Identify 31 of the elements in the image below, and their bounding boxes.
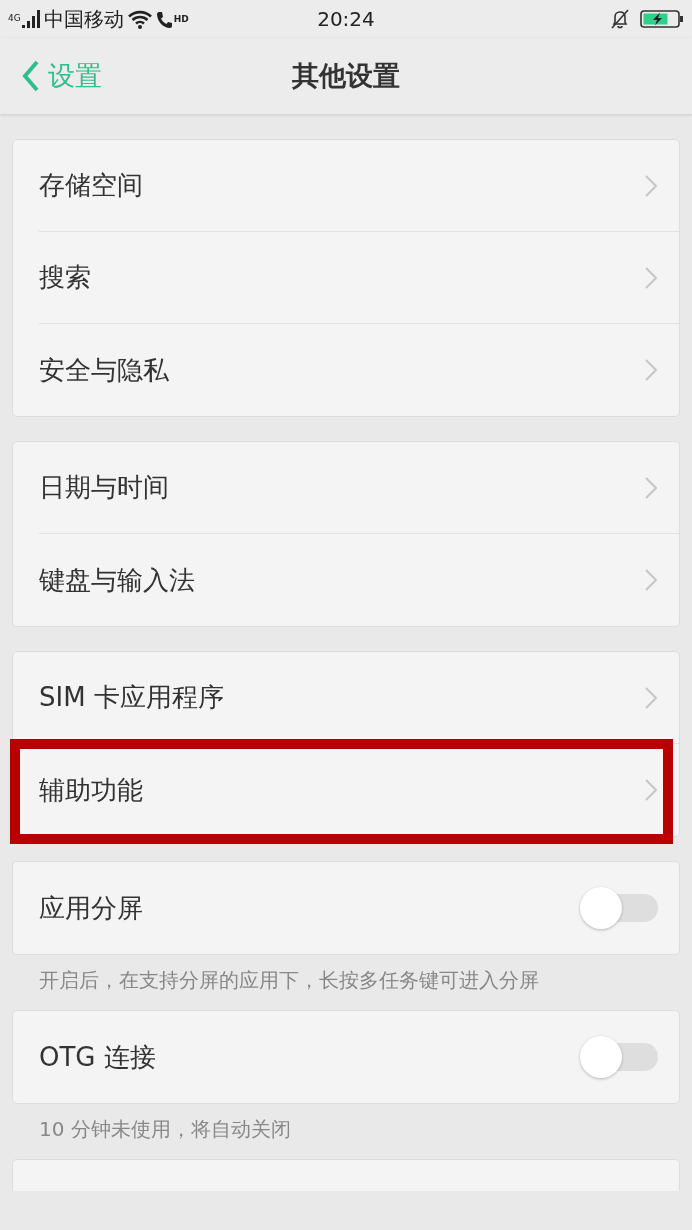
bell-off-icon <box>610 8 630 30</box>
toggle-switch[interactable] <box>580 886 658 930</box>
settings-item[interactable]: 键盘与输入法 <box>39 534 679 626</box>
chevron-right-icon <box>645 174 657 197</box>
chevron-right-icon <box>645 266 657 289</box>
settings-item[interactable]: 存储空间 <box>39 140 679 232</box>
page-title: 其他设置 <box>292 59 400 93</box>
chevron-right-icon <box>645 476 657 499</box>
back-chevron-icon <box>22 60 40 92</box>
hd-call-label: HD <box>173 15 189 24</box>
wifi-icon <box>127 9 152 29</box>
chevron-right-icon <box>645 569 657 591</box>
setting-label: 应用分屏 <box>39 892 143 925</box>
phone-icon <box>155 9 174 29</box>
settings-item[interactable]: SIM 卡应用程序 <box>39 652 679 744</box>
chevron-right-icon <box>645 686 657 709</box>
setting-label: OTG 连接 <box>39 1041 156 1074</box>
setting-description: 开启后，在支持分屏的应用下，长按多任务键可进入分屏 <box>38 967 540 994</box>
network-type: 4G <box>8 14 21 23</box>
chevron-right-icon <box>645 779 657 801</box>
toggle-switch[interactable] <box>580 1035 658 1079</box>
setting-description: 10 分钟未使用，将自动关闭 <box>38 1116 292 1143</box>
settings-item[interactable]: 安全与隐私 <box>39 324 679 416</box>
signal-icon <box>21 9 40 29</box>
settings-item[interactable]: 日期与时间 <box>39 442 679 534</box>
chevron-right-icon <box>645 359 657 381</box>
clock-time: 20:24 <box>317 7 375 31</box>
battery-charging-icon <box>640 8 684 30</box>
settings-item[interactable]: 辅助功能 <box>39 744 679 836</box>
carrier-name: 中国移动 <box>43 7 124 31</box>
settings-item[interactable]: 搜索 <box>39 232 679 324</box>
